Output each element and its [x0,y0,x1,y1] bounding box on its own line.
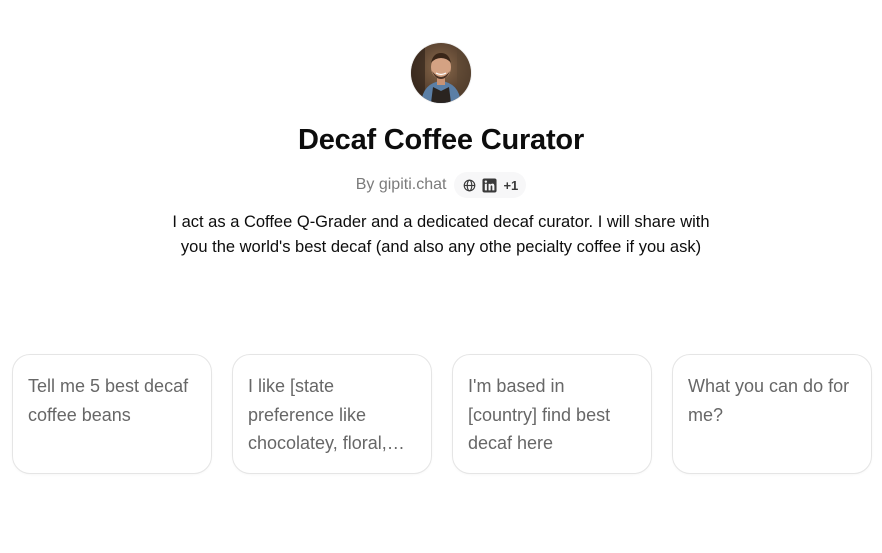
social-links-button[interactable]: +1 [454,172,527,198]
author-name: By gipiti.chat [355,176,447,193]
barista-portrait-image [411,43,471,103]
starter-card-country[interactable]: I'm based in [country] find best decaf h… [452,354,652,474]
starter-label: I'm based in [country] find best decaf h… [468,376,611,453]
linkedin-icon[interactable] [482,177,497,193]
starter-card-best-decaf[interactable]: Tell me 5 best decaf coffee beans [12,354,212,474]
gpt-avatar [411,43,471,103]
starter-card-preference[interactable]: I like [state preference like chocolatey… [232,354,432,474]
starter-label: Tell me 5 best decaf coffee beans [28,376,189,425]
gpt-description: I act as a Coffee Q-Grader and a dedicat… [172,213,710,256]
gpt-title: Decaf Coffee Curator [297,124,585,156]
conversation-starters: Tell me 5 best decaf coffee beans I like… [12,354,872,474]
starter-label: What you can do for me? [688,376,850,425]
globe-icon[interactable] [463,179,476,192]
author-byline: By gipiti.chat +1 [0,172,882,198]
starter-card-capabilities[interactable]: What you can do for me? [672,354,872,474]
starter-label: I like [state preference like chocolatey… [248,376,387,453]
more-links-count: +1 [503,177,519,193]
